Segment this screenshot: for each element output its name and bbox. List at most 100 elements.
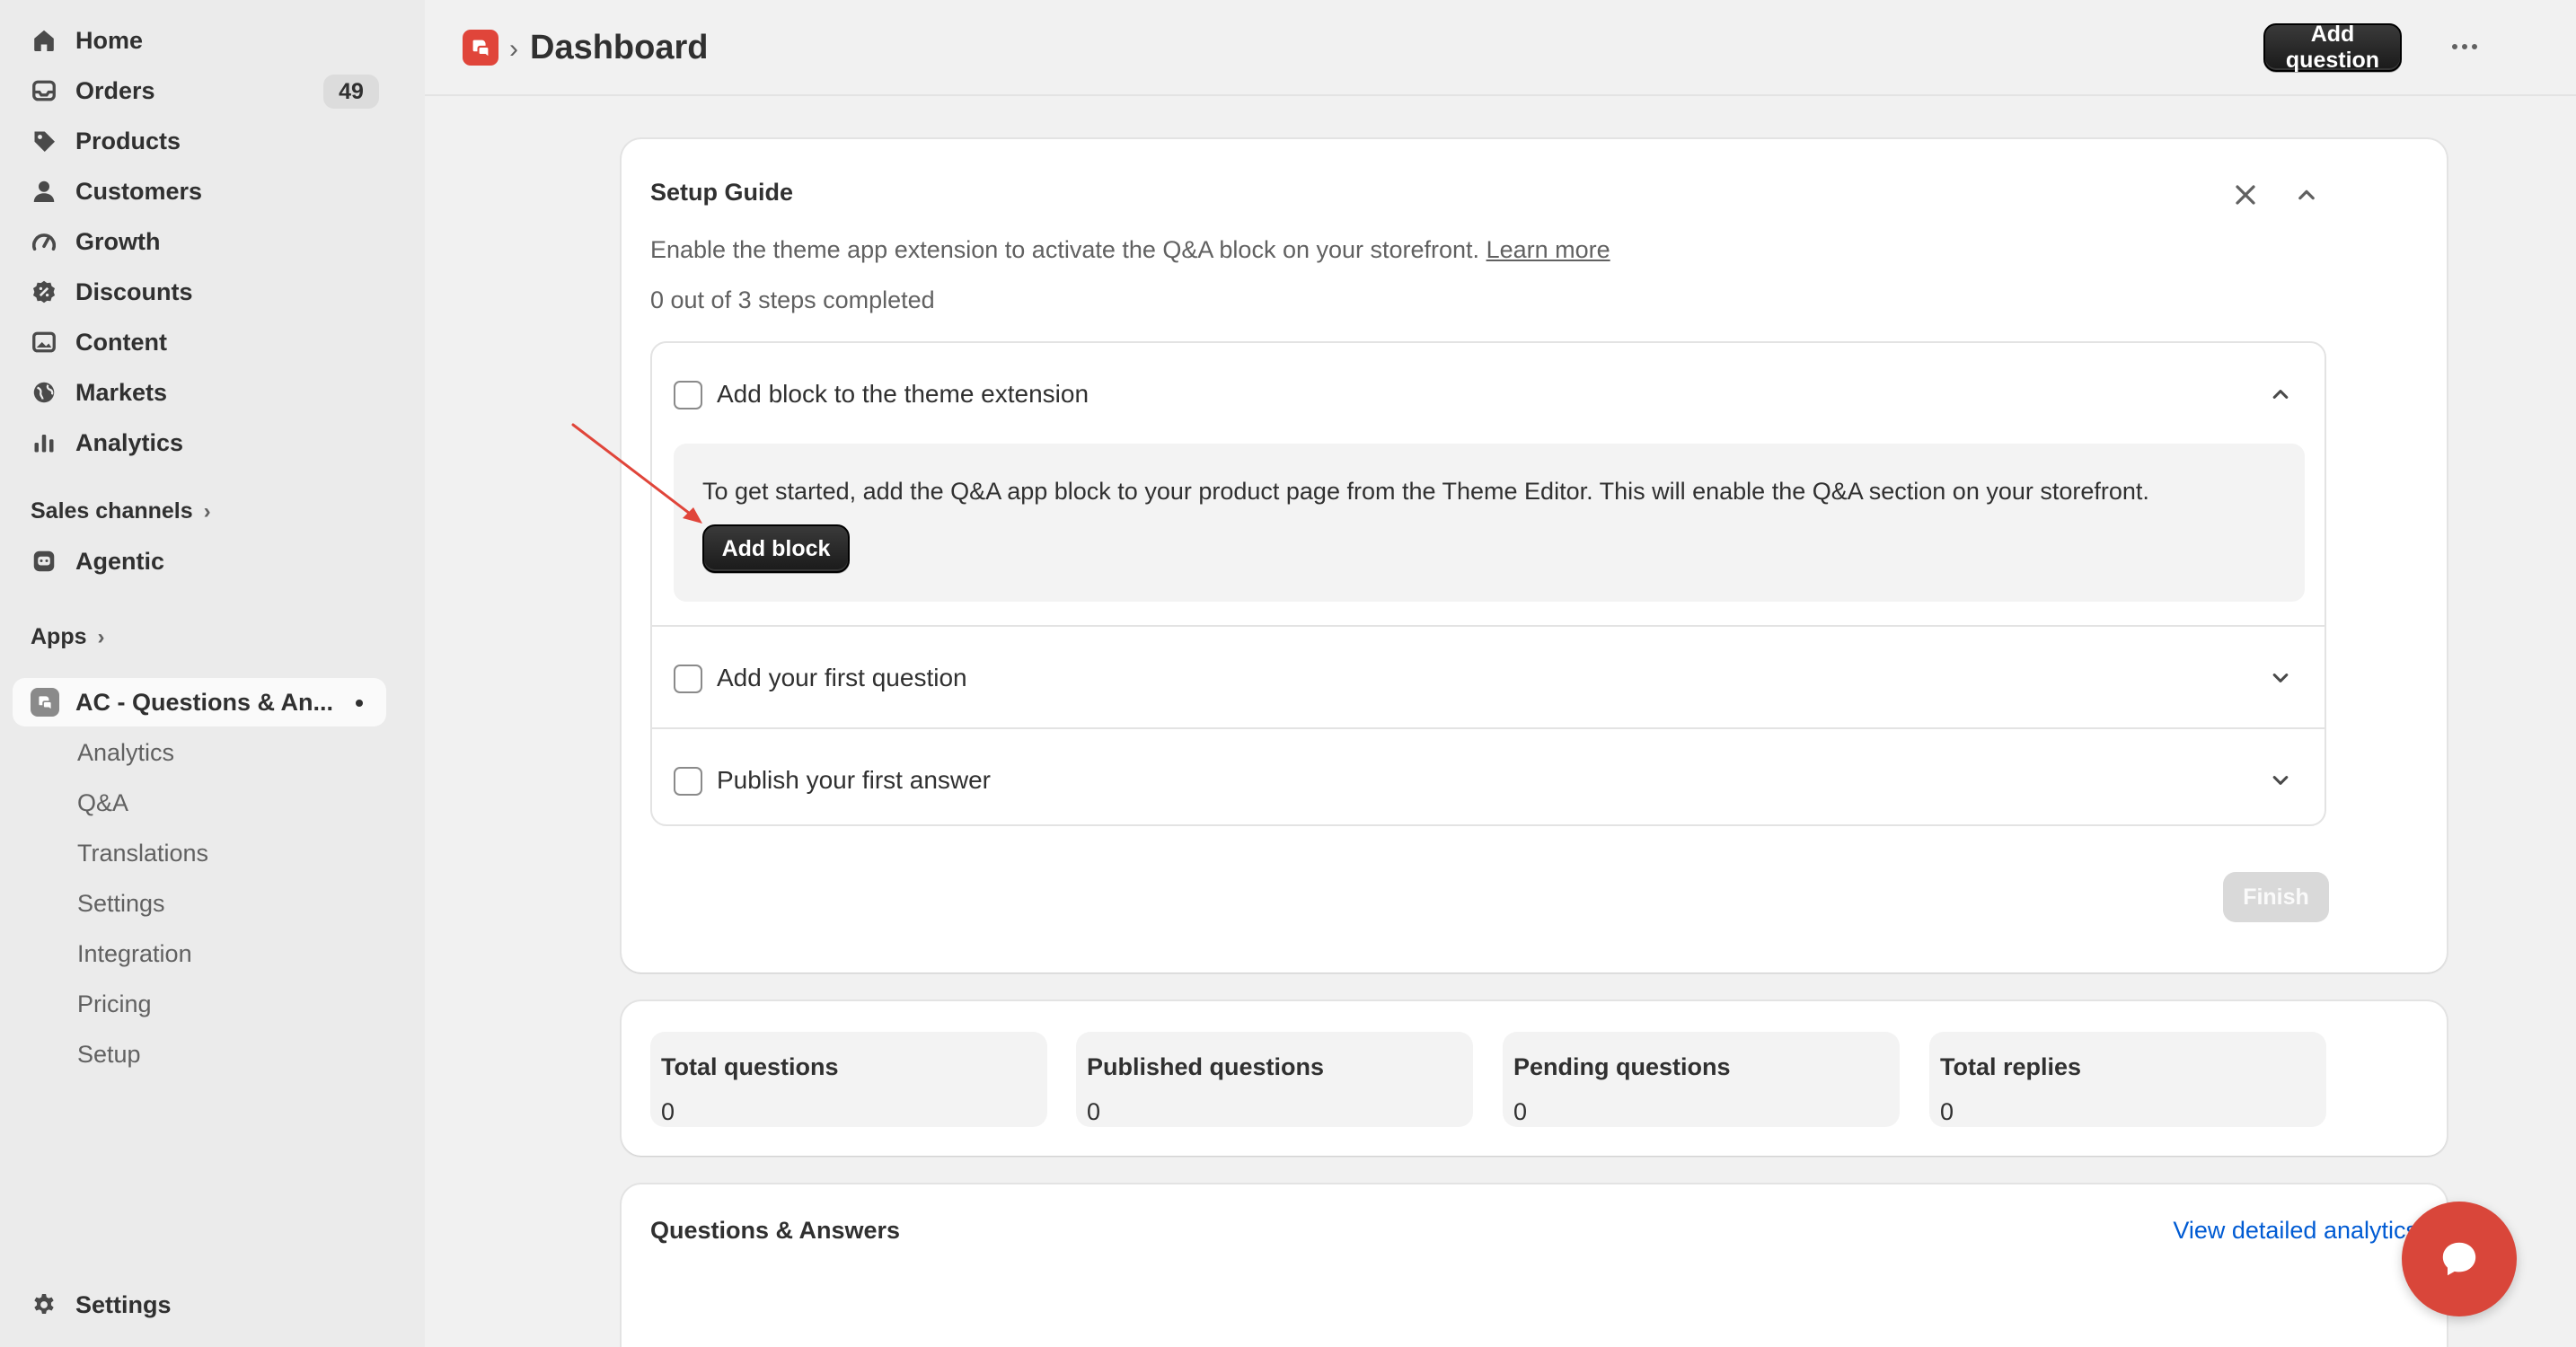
sales-channels-label: Sales channels (31, 498, 193, 524)
sidebar-subitem-setup[interactable]: Setup (77, 1041, 141, 1069)
sidebar-item-label: Agentic (75, 547, 165, 575)
learn-more-link[interactable]: Learn more (1486, 236, 1610, 263)
add-block-button[interactable]: Add block (702, 524, 850, 573)
app-logo-icon[interactable] (463, 30, 498, 66)
view-analytics-link[interactable]: View detailed analytics (2173, 1217, 2418, 1245)
sidebar-item-agentic[interactable]: Agentic (13, 539, 386, 584)
bar-chart-icon (29, 427, 59, 458)
stat-pending-questions: Pending questions 0 (1503, 1032, 1900, 1127)
sidebar-item-label: Settings (75, 1290, 172, 1318)
stats-card: Total questions 0 Published questions 0 … (622, 1001, 2447, 1156)
stat-total-replies: Total replies 0 (1929, 1032, 2326, 1127)
chevron-right-icon: › (203, 498, 211, 524)
step-checkbox[interactable] (674, 665, 702, 693)
step-checkbox[interactable] (674, 381, 702, 409)
bot-icon (29, 546, 59, 577)
globe-icon (29, 377, 59, 408)
questions-answers-card: Questions & Answers View detailed analyt… (622, 1184, 2447, 1347)
sidebar-subitem-pricing[interactable]: Pricing (77, 990, 152, 1018)
setup-step[interactable]: Add your first question (652, 625, 2325, 727)
sidebar-subitem-analytics[interactable]: Analytics (77, 739, 174, 767)
chevron-up-icon[interactable] (2290, 179, 2323, 211)
setup-step: Add block to the theme extension To get … (652, 343, 2325, 625)
add-question-button[interactable]: Add question (2263, 22, 2402, 73)
stat-label: Published questions (1087, 1053, 1325, 1080)
annotation-arrow-icon (571, 423, 702, 524)
setup-steps-list: Add block to the theme extension To get … (650, 341, 2326, 826)
sidebar-item-label: Discounts (75, 277, 193, 305)
tag-icon (29, 126, 59, 156)
setup-step[interactable]: Publish your first answer (652, 727, 2325, 824)
stat-value: 0 (1940, 1098, 1954, 1125)
qa-card-title: Questions & Answers (650, 1217, 901, 1244)
sidebar-item-analytics[interactable]: Analytics (13, 420, 386, 465)
dot-icon (2472, 44, 2477, 49)
sidebar-item-label: Content (75, 328, 167, 356)
orders-count-badge: 49 (323, 75, 379, 109)
step-label[interactable]: Add your first question (717, 664, 967, 692)
sidebar-item-content[interactable]: Content (13, 320, 386, 365)
sidebar-item-label: Markets (75, 378, 168, 406)
step-checkbox[interactable] (674, 767, 702, 796)
sidebar-subitem-translations[interactable]: Translations (77, 840, 208, 867)
discount-icon (29, 277, 59, 307)
sidebar-item-products[interactable]: Products (13, 119, 386, 163)
setup-guide-title: Setup Guide (650, 179, 794, 206)
step-label[interactable]: Publish your first answer (717, 766, 991, 795)
home-icon (29, 25, 59, 56)
stat-value: 0 (1513, 1098, 1528, 1125)
sidebar-item-label: Orders (75, 76, 155, 104)
description-text: Enable the theme app extension to activa… (650, 236, 1480, 263)
gauge-icon (29, 226, 59, 257)
step-label[interactable]: Add block to the theme extension (717, 380, 1089, 409)
sidebar-subitem-settings[interactable]: Settings (77, 890, 165, 918)
chevron-down-icon[interactable] (2265, 765, 2296, 796)
setup-progress-text: 0 out of 3 steps completed (650, 286, 935, 313)
apps-label: Apps (31, 624, 87, 649)
step-details: To get started, add the Q&A app block to… (674, 444, 2305, 602)
stat-value: 0 (661, 1098, 675, 1125)
stat-label: Total questions (661, 1053, 839, 1080)
sidebar-item-discounts[interactable]: Discounts (13, 269, 386, 314)
stat-published-questions: Published questions 0 (1076, 1032, 1473, 1127)
sidebar-item-growth[interactable]: Growth (13, 219, 386, 264)
sidebar-item-label: AC - Questions & An... (75, 688, 334, 716)
finish-button[interactable]: Finish (2223, 872, 2329, 922)
page-title: Dashboard (530, 29, 709, 66)
active-indicator (356, 700, 363, 707)
stat-label: Total replies (1940, 1053, 2082, 1080)
sidebar-item-settings[interactable]: Settings (13, 1282, 386, 1327)
sidebar-item-orders[interactable]: Orders 49 (13, 68, 386, 113)
sidebar-item-qa-app[interactable]: AC - Questions & An... (13, 678, 386, 726)
sidebar-item-markets[interactable]: Markets (13, 370, 386, 415)
sidebar-subitem-integration[interactable]: Integration (77, 940, 192, 968)
chevron-down-icon[interactable] (2265, 663, 2296, 693)
sidebar-item-label: Growth (75, 227, 161, 255)
sidebar-item-label: Customers (75, 177, 203, 205)
person-icon (29, 176, 59, 207)
sidebar-item-home[interactable]: Home (13, 18, 386, 63)
chevron-right-icon: › (97, 624, 105, 649)
sidebar-item-label: Products (75, 127, 181, 154)
chat-launcher-button[interactable] (2402, 1202, 2517, 1316)
stat-value: 0 (1087, 1098, 1101, 1125)
apps-heading[interactable]: Apps › (31, 624, 105, 650)
close-icon[interactable] (2229, 179, 2262, 211)
dot-icon (2452, 44, 2457, 49)
sales-channels-heading[interactable]: Sales channels › (31, 498, 211, 524)
sidebar-item-label: Analytics (75, 428, 184, 456)
stat-total-questions: Total questions 0 (650, 1032, 1047, 1127)
page-header: › Dashboard Add question (425, 0, 2576, 96)
chat-bubble-icon (2442, 1242, 2476, 1276)
breadcrumb-separator: › (509, 34, 518, 64)
sidebar-item-customers[interactable]: Customers (13, 169, 386, 214)
dot-icon (2462, 44, 2467, 49)
more-actions-button[interactable] (2445, 29, 2484, 65)
step-description: To get started, add the Q&A app block to… (702, 478, 2149, 505)
inbox-icon (29, 75, 59, 106)
setup-guide-card: Setup Guide Enable the theme app extensi… (622, 139, 2447, 973)
chevron-up-icon[interactable] (2265, 379, 2296, 409)
sidebar: Home Orders 49 Products Customers Growth… (0, 0, 425, 1347)
sidebar-item-label: Home (75, 26, 144, 54)
sidebar-subitem-qa[interactable]: Q&A (77, 789, 128, 817)
